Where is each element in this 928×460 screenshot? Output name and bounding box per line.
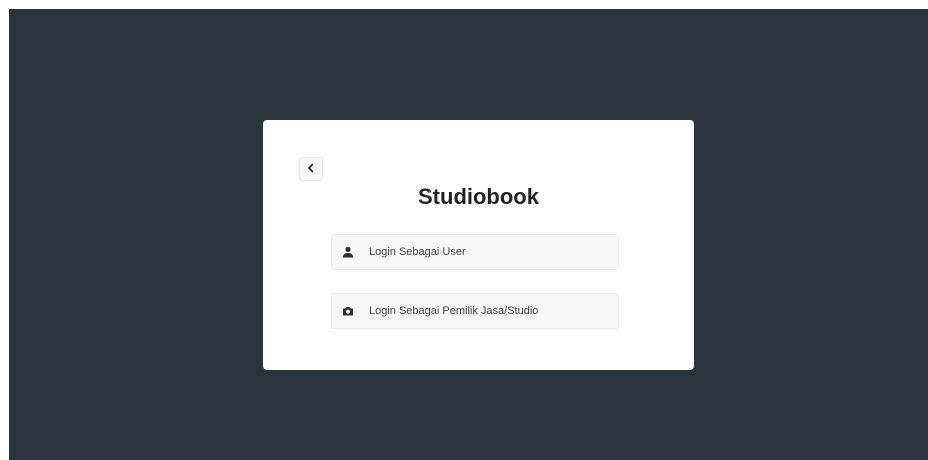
user-icon — [341, 245, 355, 259]
chevron-left-icon — [306, 160, 316, 178]
login-as-studio-owner-label: Login Sebagai Pemilik Jasa/Studio — [369, 305, 539, 317]
login-as-user-label: Login Sebagai User — [369, 246, 466, 258]
app-title: Studiobook — [418, 184, 539, 209]
page-backdrop: Studiobook Login Sebagai User Login Seba… — [9, 9, 928, 460]
login-as-user-button[interactable]: Login Sebagai User — [331, 234, 619, 270]
login-as-studio-owner-button[interactable]: Login Sebagai Pemilik Jasa/Studio — [331, 293, 619, 329]
login-role-card: Studiobook Login Sebagai User Login Seba… — [263, 120, 694, 370]
camera-icon — [341, 304, 355, 318]
back-button[interactable] — [299, 157, 323, 181]
